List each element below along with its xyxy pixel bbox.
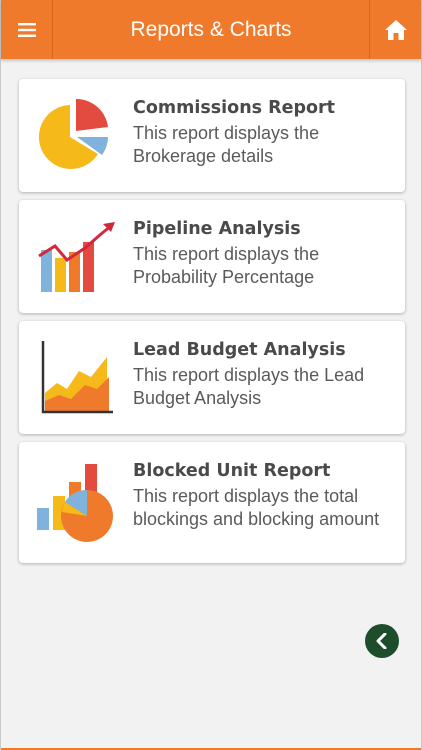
report-list: Commissions Report This report displays …	[19, 79, 405, 571]
report-title: Blocked Unit Report	[133, 461, 331, 481]
report-title: Lead Budget Analysis	[133, 340, 346, 360]
report-title: Commissions Report	[133, 98, 336, 118]
report-description: This report displays the Brokerage detai…	[133, 123, 320, 166]
report-description: This report displays the Lead Budget Ana…	[133, 365, 365, 408]
pie-chart-icon	[38, 99, 108, 169]
report-card-lead-budget[interactable]: Lead Budget Analysis This report display…	[19, 321, 405, 434]
bar-pie-chart-icon	[37, 464, 113, 542]
home-button[interactable]	[369, 0, 421, 59]
area-chart-icon	[41, 341, 113, 414]
back-button[interactable]	[365, 624, 399, 658]
report-title: Pipeline Analysis	[133, 219, 301, 239]
bar-trend-chart-icon	[38, 222, 115, 292]
report-card-commissions[interactable]: Commissions Report This report displays …	[19, 79, 405, 192]
report-description: This report displays the total blockings…	[133, 486, 380, 529]
report-card-pipeline[interactable]: Pipeline Analysis This report displays t…	[19, 200, 405, 313]
menu-button[interactable]	[1, 0, 53, 59]
page-title: Reports & Charts	[130, 17, 292, 41]
report-description: This report displays the Probability Per…	[133, 244, 320, 287]
app-header: Reports & Charts	[1, 0, 421, 59]
hamburger-icon	[17, 22, 36, 37]
home-icon	[384, 19, 407, 40]
chevron-left-icon	[376, 633, 387, 649]
report-card-blocked-unit[interactable]: Blocked Unit Report This report displays…	[19, 442, 405, 563]
